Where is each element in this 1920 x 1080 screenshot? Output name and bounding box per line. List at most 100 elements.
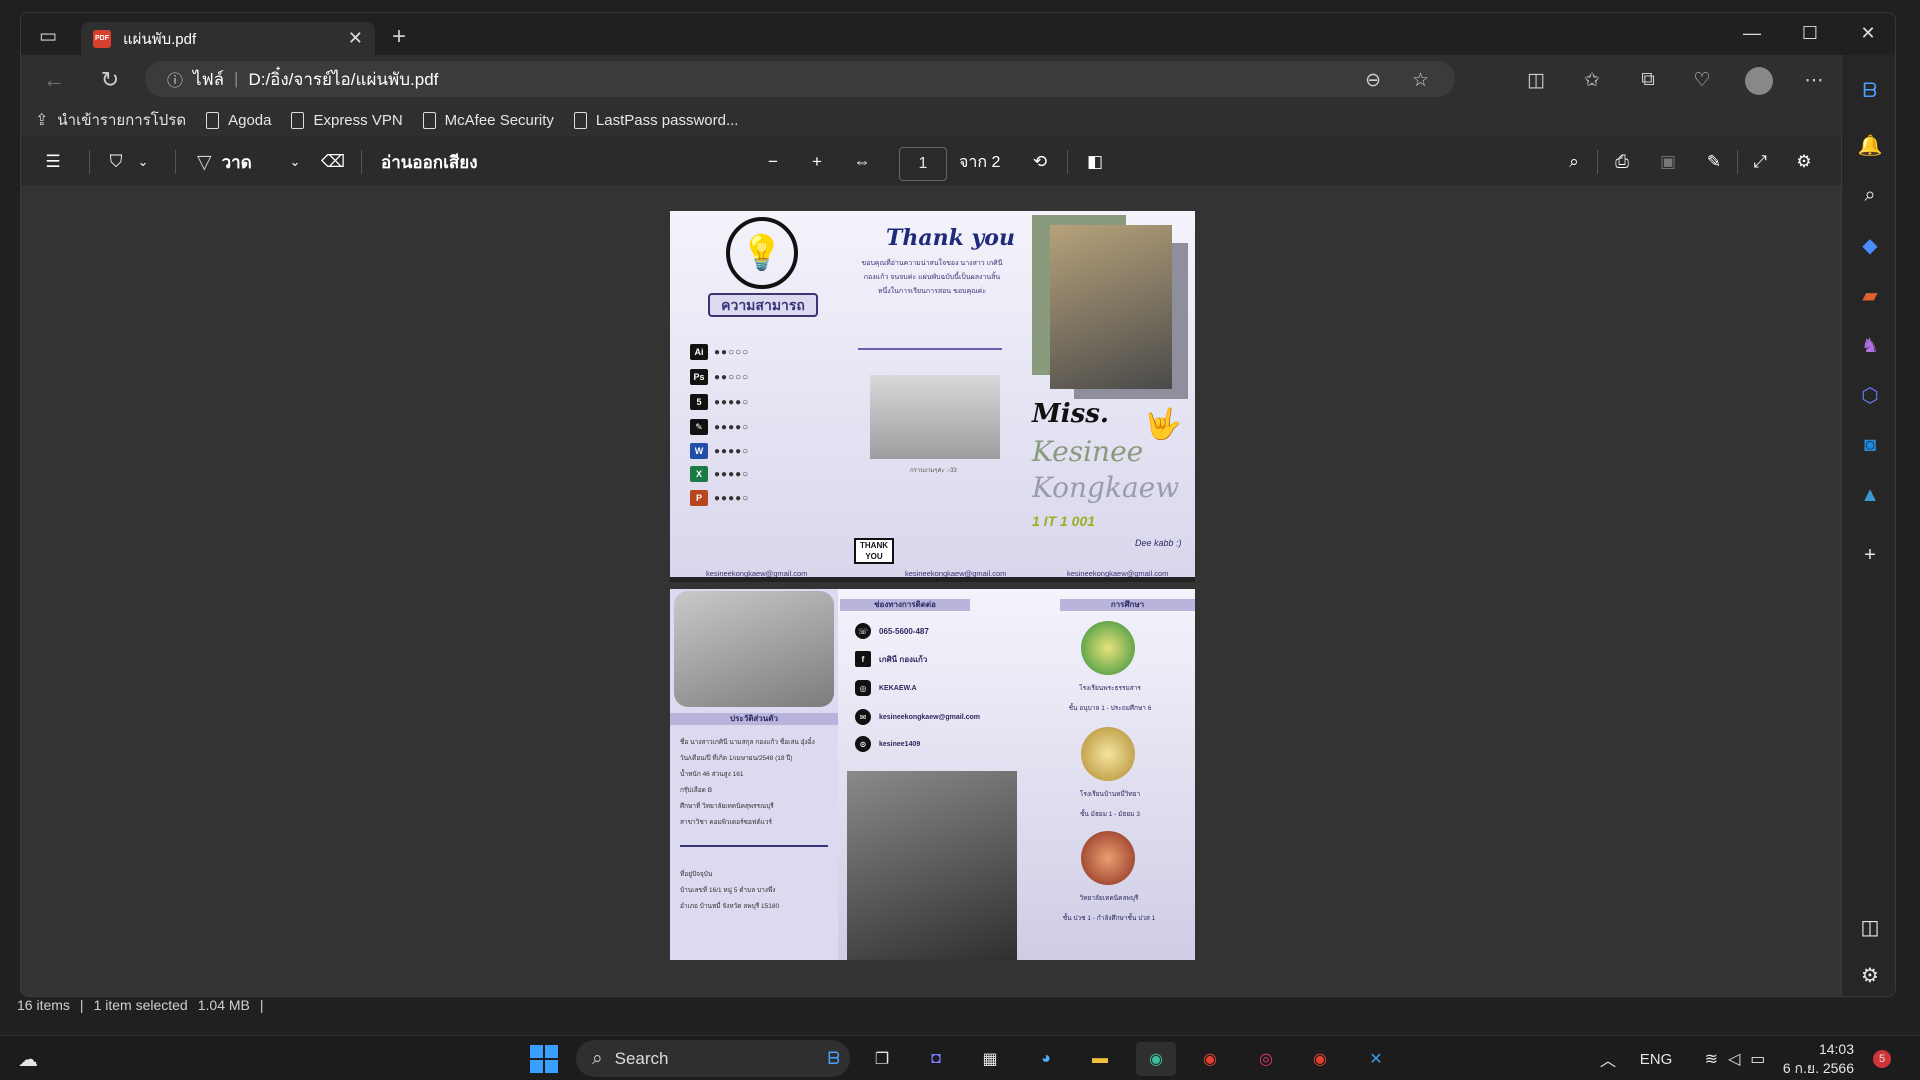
- tab-title: แผ่นพับ.pdf: [123, 30, 197, 48]
- bye-text: Dee kabb :): [1135, 538, 1182, 548]
- vscode-icon[interactable]: ✕: [1356, 1042, 1396, 1076]
- collections-icon[interactable]: ⧉: [1635, 67, 1661, 93]
- highlight-icon[interactable]: ⛉: [101, 137, 131, 187]
- microsoft365-icon[interactable]: ⬡: [1842, 375, 1895, 415]
- name-last: Kongkaew: [1032, 471, 1180, 504]
- tools-icon[interactable]: ▰: [1842, 275, 1895, 315]
- tab-active[interactable]: PDF แผ่นพับ.pdf ✕: [81, 22, 375, 55]
- chat-icon[interactable]: ◘: [916, 1042, 956, 1076]
- skill-word: W ●●●●○: [690, 441, 749, 461]
- favorite-lastpass[interactable]: LastPass password...: [573, 111, 738, 129]
- file-explorer-icon[interactable]: ▬: [1080, 1042, 1120, 1076]
- bing-copilot-icon[interactable]: ᗷ: [1842, 71, 1895, 111]
- instagram-icon: ◎: [855, 680, 871, 696]
- chrome-icon-1[interactable]: ◉: [1190, 1042, 1230, 1076]
- more-options-icon[interactable]: ⋯: [1801, 67, 1827, 93]
- info-icon[interactable]: ⓘ: [167, 67, 183, 91]
- favorite-mcafee[interactable]: McAfee Security: [422, 111, 554, 129]
- maximize-button[interactable]: ☐: [1781, 13, 1839, 53]
- fullscreen-icon[interactable]: ⤢: [1747, 137, 1773, 187]
- favorite-agoda[interactable]: Agoda: [206, 111, 271, 129]
- search-icon: ⌕: [592, 1047, 603, 1069]
- edge-taskbar-icon[interactable]: ◉: [1136, 1042, 1176, 1076]
- start-button[interactable]: [524, 1042, 564, 1076]
- print-icon[interactable]: ⎙: [1609, 137, 1635, 187]
- instagram-app-icon[interactable]: ◎: [1246, 1042, 1286, 1076]
- school-seal-1: [1081, 621, 1135, 675]
- contact-email: ✉ kesineekongkaew@gmail.com: [855, 709, 980, 725]
- pdf-settings-icon[interactable]: ⚙: [1791, 137, 1817, 187]
- page-icon: [291, 111, 305, 129]
- notification-badge[interactable]: 5: [1873, 1050, 1891, 1068]
- close-window-button[interactable]: ✕: [1839, 13, 1895, 53]
- task-view-icon[interactable]: ❐: [862, 1042, 902, 1076]
- copilot-app-icon[interactable]: ◕: [1026, 1042, 1066, 1076]
- system-tray-icons[interactable]: ≋ ◁ ▭: [1690, 1042, 1780, 1076]
- show-hidden-icons[interactable]: ︿: [1588, 1042, 1628, 1076]
- items-count: 16 items: [17, 997, 70, 1013]
- input-language[interactable]: ENG: [1636, 1042, 1676, 1076]
- games-icon[interactable]: ♞: [1842, 325, 1895, 365]
- draw-dropdown-icon[interactable]: ⌄: [285, 137, 305, 187]
- contents-list-icon[interactable]: ☰: [35, 137, 71, 187]
- favorite-expressvpn[interactable]: Express VPN: [291, 111, 403, 129]
- drop-icon[interactable]: ▲: [1842, 475, 1895, 515]
- zoom-out-icon[interactable]: −: [761, 137, 785, 187]
- taskbar-search[interactable]: ⌕ Search ᗷ: [576, 1040, 850, 1077]
- browser-essentials-icon[interactable]: ♡: [1689, 67, 1715, 93]
- sidebar-settings-icon[interactable]: ⚙: [1842, 955, 1895, 995]
- line-icon: ⊙: [855, 736, 871, 752]
- skill-illustrator: Ai ●●○○○: [690, 342, 749, 362]
- draw-button[interactable]: ▽ วาด: [197, 137, 252, 187]
- new-tab-icon[interactable]: +: [387, 23, 411, 50]
- eraser-icon[interactable]: ⌫: [319, 137, 347, 187]
- back-icon[interactable]: ←: [41, 67, 67, 93]
- address-bar[interactable]: ⓘ ไฟล์ | D:/อิ๋ง/จารย์ไอ/แผ่นพับ.pdf ⊖ ☆: [145, 61, 1455, 97]
- page-view-icon[interactable]: ◧: [1081, 137, 1109, 187]
- education-3: วิทยาลัยเทคนิคลพบุรี ชั้น ปวช 1 - กำลังศึ…: [1062, 895, 1156, 922]
- pdf-page-1: 💡 ความสามารถ Ai ●●○○○ Ps ●●○○○ 5 ●●●●○ ✎ ●●●…: [670, 211, 1195, 582]
- sidebar-search-icon[interactable]: ⌕: [1842, 175, 1895, 215]
- clock[interactable]: 14:03 6 ก.ย. 2566: [1768, 1040, 1854, 1078]
- bing-icon: ᗷ: [827, 1048, 840, 1068]
- split-screen-icon[interactable]: ◫: [1523, 67, 1549, 93]
- fit-width-icon[interactable]: ⇔: [849, 137, 875, 187]
- school-seal-3: [1081, 831, 1135, 885]
- page-number-input[interactable]: 1: [899, 147, 947, 181]
- save-icon[interactable]: ▣: [1655, 137, 1681, 187]
- email-icon: ✉: [855, 709, 871, 725]
- file-explorer-status-bar: 16 items | 1 item selected 1.04 MB |: [17, 997, 264, 1013]
- favorites-icon[interactable]: ✩: [1579, 67, 1605, 93]
- thank-you-title: Thank you: [886, 225, 1015, 251]
- class-code: 1 IT 1 001: [1032, 513, 1096, 529]
- refresh-icon[interactable]: ↻: [97, 67, 123, 93]
- minimize-button[interactable]: —: [1723, 13, 1781, 53]
- hand-sign-icon: 🤟: [1144, 408, 1182, 441]
- hide-sidebar-icon[interactable]: ◫: [1842, 907, 1895, 947]
- save-as-icon[interactable]: ✎: [1701, 137, 1727, 187]
- skills-title: ความสามารถ: [708, 293, 818, 317]
- notifications-icon[interactable]: 🔔: [1842, 125, 1895, 165]
- weather-icon[interactable]: ☁: [8, 1042, 48, 1076]
- rotate-icon[interactable]: ⟲: [1027, 137, 1053, 187]
- outlook-icon[interactable]: ◙: [1842, 425, 1895, 465]
- address-details: ที่อยู่ปัจจุบัน บ้านเลขที่ 16/1 หมู่ 5 ตำ…: [680, 871, 780, 910]
- chrome-icon-2[interactable]: ◉: [1300, 1042, 1340, 1076]
- shopping-icon[interactable]: ◆: [1842, 225, 1895, 265]
- read-aloud-button[interactable]: อ่านออกเสียง: [381, 137, 478, 187]
- tab-actions-icon[interactable]: ▭: [35, 23, 61, 49]
- search-icon[interactable]: ⌕: [1561, 137, 1587, 187]
- close-tab-icon[interactable]: ✕: [348, 28, 363, 49]
- page-total: จาก 2: [959, 153, 1001, 171]
- zoom-out-icon[interactable]: ⊖: [1365, 69, 1381, 92]
- favorite-star-icon[interactable]: ☆: [1412, 69, 1429, 92]
- pdf-viewer-area[interactable]: 💡 ความสามารถ Ai ●●○○○ Ps ●●○○○ 5 ●●●●○ ✎ ●●●…: [21, 187, 1841, 996]
- contact-header: ช่องทางการติดต่อ: [840, 599, 970, 611]
- add-sidebar-app-icon[interactable]: +: [1842, 535, 1895, 575]
- store-icon[interactable]: ▦: [970, 1042, 1010, 1076]
- education-header: การศึกษา: [1060, 599, 1195, 611]
- highlight-dropdown-icon[interactable]: ⌄: [133, 137, 153, 187]
- profile-avatar[interactable]: [1745, 67, 1773, 95]
- favorite-import[interactable]: ⇪ นำเข้ารายการโปรด: [35, 108, 186, 132]
- zoom-in-icon[interactable]: +: [805, 137, 829, 187]
